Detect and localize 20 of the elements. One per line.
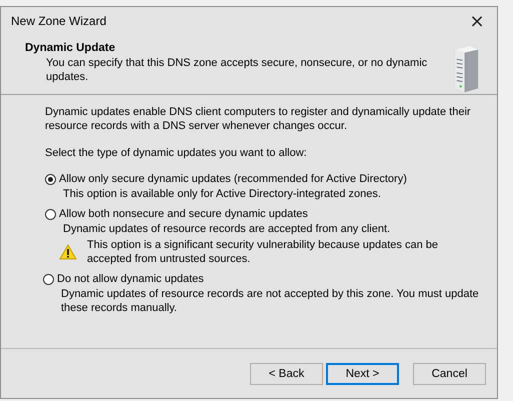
window-title: New Zone Wizard <box>11 14 106 28</box>
wizard-button[interactable]: < Back <box>250 362 323 384</box>
page-title: Dynamic Update <box>25 42 116 54</box>
prompt-text: Select the type of dynamic updates you want to allow: <box>45 147 308 159</box>
radio-button[interactable] <box>43 274 54 285</box>
wizard-button[interactable]: Next > <box>326 362 399 384</box>
radio-button[interactable] <box>45 174 56 185</box>
option-description: Dynamic updates of resource records are not accepted by this zone. You must update these records manually. <box>60 287 480 315</box>
option-label[interactable]: Allow only secure dynamic updates (recommended for Active Directory) <box>59 172 407 187</box>
option-description: Dynamic updates of resource records are accepted from any client. <box>62 222 392 236</box>
warning-icon <box>59 244 77 260</box>
option-label[interactable]: Do not allow dynamic updates <box>57 272 204 287</box>
warning-text: This option is a significant security vulnerability because updates can be accepted from untrusted sources. <box>87 238 439 266</box>
option-label[interactable]: Allow both nonsecure and secure dynamic updates <box>59 207 308 222</box>
option-description: This option is available only for Active Directory-integrated zones. <box>62 187 382 201</box>
intro-text: Dynamic updates enable DNS client computers to register and dynamically update their resource records with a DNS server whenever changes occur. <box>45 105 472 133</box>
wizard-button[interactable]: Cancel <box>413 362 486 384</box>
radio-button[interactable] <box>45 209 56 220</box>
close-button[interactable]: × <box>463 9 491 33</box>
page-subtitle: You can specify that this DNS zone accepts secure, nonsecure, or no dynamic updates. <box>45 56 428 84</box>
